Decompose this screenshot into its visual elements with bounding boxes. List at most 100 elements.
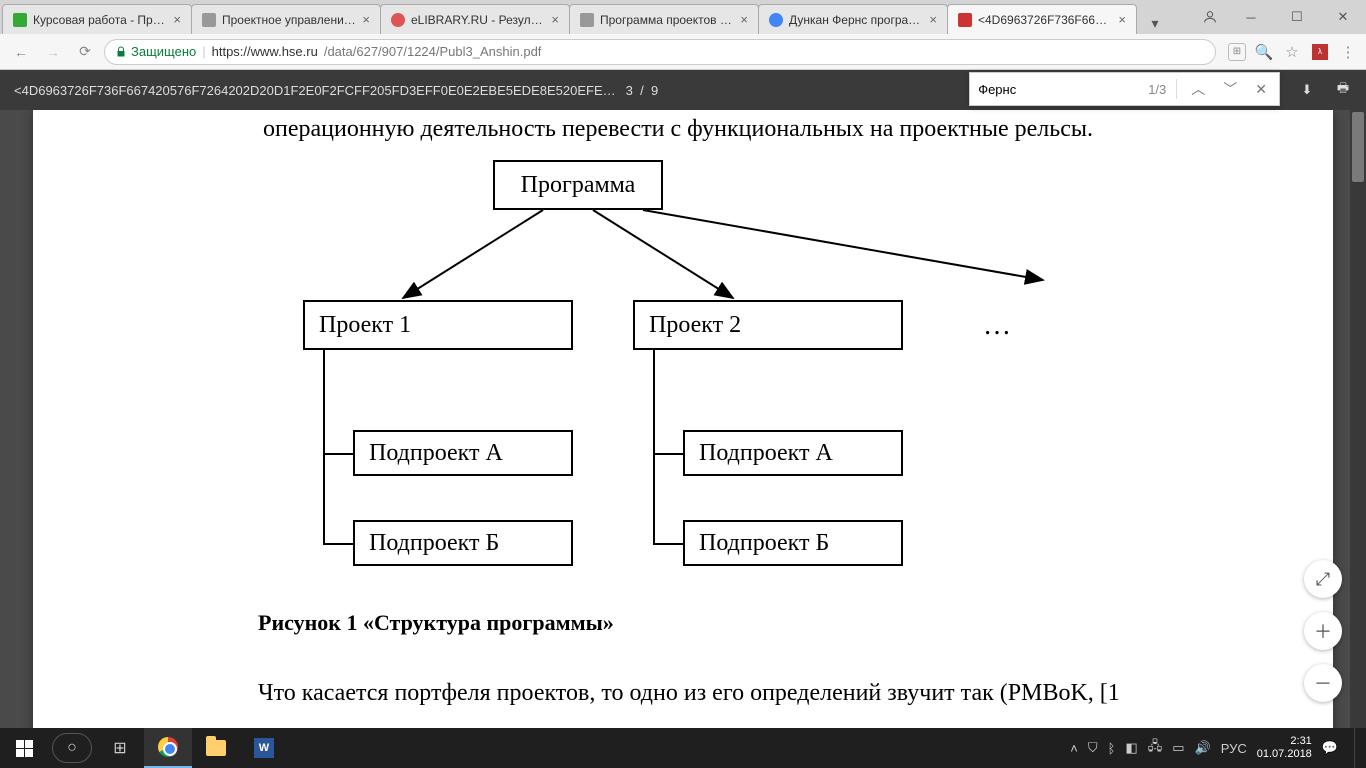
- clock-time: 2:31: [1257, 735, 1312, 748]
- tab-3[interactable]: eLIBRARY.RU - Результа… ×: [380, 4, 570, 34]
- taskbar-app-chrome[interactable]: [144, 728, 192, 768]
- tray-bluetooth-icon[interactable]: ᛒ: [1108, 741, 1116, 756]
- bookmark-star-icon[interactable]: ☆: [1282, 42, 1302, 62]
- close-icon[interactable]: ×: [173, 12, 181, 27]
- connector: [323, 453, 353, 455]
- tab-5[interactable]: Дункан Фернс програм… ×: [758, 4, 948, 34]
- profile-button[interactable]: [1192, 0, 1228, 34]
- url-host: https://www.hse.ru: [212, 44, 318, 59]
- forward-button[interactable]: →: [40, 39, 66, 65]
- diagram: Программа Проект 1 Проект 2 … Подпроект …: [213, 150, 1173, 620]
- maximize-button[interactable]: ☐: [1274, 0, 1320, 34]
- taskbar-app-explorer[interactable]: [192, 728, 240, 768]
- favicon: [202, 13, 216, 27]
- connector: [323, 350, 325, 545]
- address-actions: ⊞ 🔍 ☆ λ ⋮: [1228, 42, 1358, 62]
- close-icon[interactable]: ×: [740, 12, 748, 27]
- minimize-button[interactable]: ─: [1228, 0, 1274, 34]
- connector: [653, 453, 683, 455]
- body-text-bottom: Что касается портфеля проектов, то одно …: [258, 680, 1120, 707]
- close-icon[interactable]: ×: [362, 12, 370, 27]
- close-icon[interactable]: ×: [929, 12, 937, 27]
- chrome-icon: [158, 737, 178, 757]
- tab-2[interactable]: Проектное управление… ×: [191, 4, 381, 34]
- show-desktop-button[interactable]: [1354, 728, 1360, 768]
- connector: [323, 543, 353, 545]
- word-icon: W: [254, 738, 274, 758]
- window-controls: ─ ☐ ✕: [1192, 0, 1366, 34]
- page-total: 9: [651, 83, 658, 98]
- tray-language[interactable]: РУС: [1221, 741, 1247, 756]
- translate-icon[interactable]: ⊞: [1228, 43, 1246, 61]
- action-center-icon[interactable]: 💬: [1322, 740, 1338, 756]
- node-project-1: Проект 1: [303, 300, 573, 350]
- taskbar-app-word[interactable]: W: [240, 728, 288, 768]
- tab-6-active[interactable]: <4D6963726F736F66742… ×: [947, 4, 1137, 34]
- taskbar: ○ ⊞ W ˄ ⛉ ᛒ ◧ 🖧 ▭ 🔊 РУС 2:31 01.07.2018 …: [0, 728, 1366, 768]
- pdf-page: операционную деятельность перевести с фу…: [33, 110, 1333, 728]
- favicon: [958, 13, 972, 27]
- clock-date: 01.07.2018: [1257, 748, 1312, 761]
- connector: [653, 350, 655, 545]
- reload-button[interactable]: ⟳: [72, 39, 98, 65]
- address-bar: ← → ⟳ Защищено | https://www.hse.ru/data…: [0, 34, 1366, 70]
- zoom-in-button[interactable]: ＋: [1304, 612, 1342, 650]
- tab-title: Проектное управление…: [222, 13, 356, 27]
- favicon: [391, 13, 405, 27]
- zoom-out-button[interactable]: －: [1304, 664, 1342, 702]
- windows-logo-icon: [16, 740, 33, 757]
- tray-battery-icon[interactable]: ▭: [1172, 740, 1184, 756]
- tab-4[interactable]: Программа проектов -… ×: [569, 4, 759, 34]
- find-in-page-bar: 1/3 ︿ ﹀ ✕: [969, 72, 1280, 106]
- task-view-button[interactable]: ⊞: [96, 728, 144, 768]
- favicon: [769, 13, 783, 27]
- divider: [1176, 79, 1177, 99]
- connector: [653, 543, 683, 545]
- download-icon[interactable]: ⬇: [1298, 81, 1316, 99]
- close-icon[interactable]: ×: [1118, 12, 1126, 27]
- fit-page-button[interactable]: ⤢: [1304, 560, 1342, 598]
- node-subproject-b-2: Подпроект Б: [683, 520, 903, 566]
- secure-label: Защищено: [131, 44, 196, 59]
- node-program: Программа: [493, 160, 663, 210]
- node-project-2: Проект 2: [633, 300, 903, 350]
- favicon: [13, 13, 27, 27]
- taskbar-left: ○ ⊞ W: [0, 728, 288, 768]
- close-window-button[interactable]: ✕: [1320, 0, 1366, 34]
- lock-icon: [115, 46, 127, 58]
- tray-network-icon[interactable]: 🖧: [1148, 737, 1163, 759]
- scrollbar-thumb[interactable]: [1352, 112, 1364, 182]
- print-icon[interactable]: 🖶: [1334, 81, 1352, 99]
- find-input[interactable]: [978, 82, 1138, 97]
- tray-chevron-icon[interactable]: ˄: [1070, 741, 1078, 756]
- tray-defender-icon[interactable]: ⛉: [1088, 740, 1098, 756]
- back-button[interactable]: ←: [8, 39, 34, 65]
- browser-tabstrip: Курсовая работа - Про… × Проектное управ…: [0, 0, 1366, 34]
- start-button[interactable]: [0, 728, 48, 768]
- tab-1[interactable]: Курсовая работа - Про… ×: [2, 4, 192, 34]
- omnibox[interactable]: Защищено | https://www.hse.ru/data/627/9…: [104, 39, 1216, 65]
- find-prev-button[interactable]: ︿: [1187, 79, 1209, 99]
- doc-scrollbar[interactable]: [1350, 110, 1366, 728]
- favicon: [580, 13, 594, 27]
- node-subproject-a-1: Подпроект А: [353, 430, 573, 476]
- find-close-button[interactable]: ✕: [1251, 81, 1271, 98]
- search-button[interactable]: ○: [48, 728, 96, 768]
- person-icon: [1202, 9, 1218, 25]
- find-count: 1/3: [1148, 82, 1166, 97]
- menu-icon[interactable]: ⋮: [1338, 42, 1358, 62]
- pdf-extension-icon[interactable]: λ: [1310, 42, 1330, 62]
- tray-volume-icon[interactable]: 🔊: [1195, 740, 1211, 756]
- tray-aero-icon[interactable]: ◧: [1125, 740, 1137, 756]
- secure-indicator: Защищено: [115, 44, 196, 59]
- find-next-button[interactable]: ﹀: [1219, 79, 1241, 99]
- new-tab-button[interactable]: ▾: [1142, 12, 1168, 34]
- tray-clock[interactable]: 2:31 01.07.2018: [1257, 735, 1312, 761]
- pdf-filename: <4D6963726F736F667420576F7264202D20D1F2E…: [14, 83, 616, 98]
- zoom-icon[interactable]: 🔍: [1254, 42, 1274, 62]
- tab-title: Программа проектов -…: [600, 13, 734, 27]
- pdf-viewport[interactable]: операционную деятельность перевести с фу…: [0, 110, 1366, 728]
- close-icon[interactable]: ×: [551, 12, 559, 27]
- node-subproject-a-2: Подпроект А: [683, 430, 903, 476]
- body-text-top: операционную деятельность перевести с фу…: [263, 116, 1093, 143]
